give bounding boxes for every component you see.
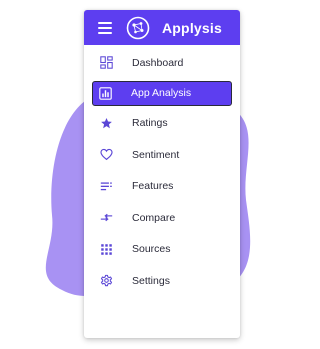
nav-item-ratings[interactable]: Ratings [84,108,240,140]
nav-item-dashboard[interactable]: Dashboard [84,47,240,79]
nav-label: Settings [132,274,170,287]
nav-item-features[interactable]: Features [84,171,240,203]
nav-label: Sources [132,243,171,256]
nav-item-app-analysis[interactable]: App Analysis [92,80,232,106]
nav-list: Dashboard App Analysis Ratings Sentiment… [84,47,240,297]
nav-label: Sentiment [132,148,180,161]
gear-icon [98,273,114,289]
nav-label: Compare [132,211,176,224]
grid-icon [98,241,114,257]
app-title: Applysis [162,19,222,36]
nav-item-compare[interactable]: Compare [84,202,240,234]
nav-label: App Analysis [131,87,192,99]
app-logo [126,16,150,39]
navigation-drawer: Applysis Dashboard App Analysis Ratings … [84,10,240,338]
stage: Applysis Dashboard App Analysis Ratings … [0,0,264,349]
app-bar: Applysis [84,10,240,45]
nav-label: Dashboard [132,56,184,69]
dashboard-icon [98,55,114,71]
nav-label: Features [132,180,174,193]
analysis-icon [97,85,113,101]
heart-icon [98,147,114,163]
list-icon [98,178,114,194]
star-icon [98,115,114,131]
nav-item-settings[interactable]: Settings [84,265,240,297]
nav-label: Ratings [132,117,168,130]
nav-item-sources[interactable]: Sources [84,234,240,266]
hamburger-menu-icon[interactable] [98,21,112,34]
nav-item-sentiment[interactable]: Sentiment [84,139,240,171]
compare-arrows-icon [98,210,114,226]
